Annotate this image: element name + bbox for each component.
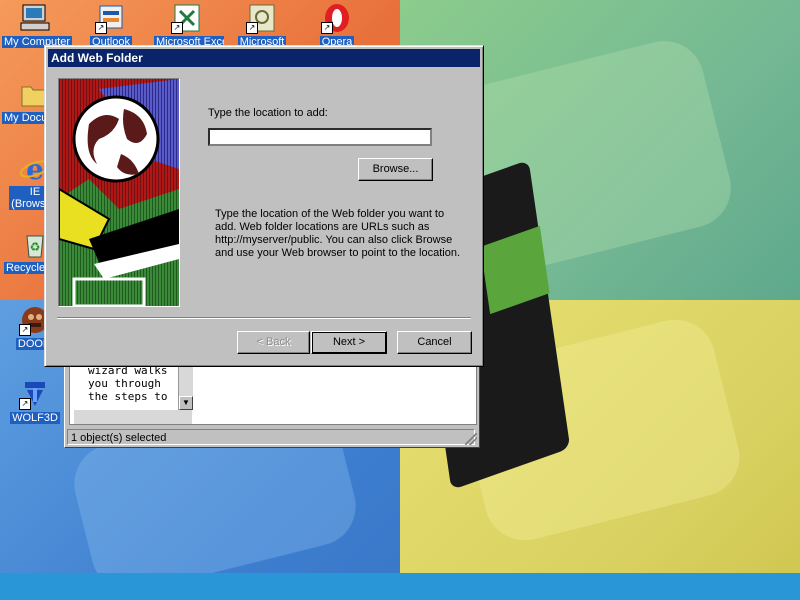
- svg-text:♻: ♻: [30, 240, 41, 254]
- microsoft-app-icon: ↗: [246, 2, 278, 34]
- browse-button-label: Browse...: [372, 163, 419, 175]
- status-bar: 1 object(s) selected: [67, 429, 475, 445]
- next-button-label: Next >: [332, 336, 366, 348]
- location-label: Type the location to add:: [208, 107, 328, 119]
- separator: [57, 317, 471, 319]
- background-window-content: wizard walks you through the steps to ▼: [69, 363, 477, 425]
- wolf3d-icon: ↗: [19, 378, 51, 410]
- horizontal-scrollbar[interactable]: [74, 410, 192, 424]
- shortcut-arrow-icon: ↗: [246, 22, 258, 34]
- shortcut-arrow-icon: ↗: [171, 22, 183, 34]
- back-button-label: < Back: [256, 336, 291, 348]
- desktop-icon-my-computer[interactable]: My Computer: [2, 2, 72, 51]
- excel-icon: ↗: [171, 2, 203, 34]
- location-input[interactable]: [208, 128, 432, 146]
- status-text: 1 object(s) selected: [71, 432, 167, 444]
- taskbar[interactable]: [0, 573, 800, 600]
- desktop-icon-wolf3d[interactable]: ↗ WOLF3D: [2, 378, 68, 427]
- cancel-button[interactable]: Cancel: [397, 331, 472, 354]
- desktop-icon-outlook[interactable]: ↗ Outlook: [78, 2, 144, 51]
- opera-icon: ↗: [321, 2, 353, 34]
- browse-button[interactable]: Browse...: [358, 158, 433, 181]
- info-text-panel: wizard walks you through the steps to: [74, 364, 191, 410]
- next-button[interactable]: Next >: [311, 331, 387, 354]
- desktop-icon-label: WOLF3D: [10, 412, 60, 424]
- scroll-down-arrow-icon[interactable]: ▼: [179, 396, 193, 410]
- back-button[interactable]: < Back: [237, 331, 310, 354]
- desktop-icon-opera[interactable]: ↗ Opera: [304, 2, 370, 51]
- shortcut-arrow-icon: ↗: [19, 324, 31, 336]
- shortcut-arrow-icon: ↗: [19, 398, 31, 410]
- instructions-text: Type the location of the Web folder you …: [215, 208, 460, 259]
- info-text-line: you through: [88, 377, 161, 390]
- shortcut-arrow-icon: ↗: [321, 22, 333, 34]
- cancel-button-label: Cancel: [417, 336, 452, 348]
- dialog-title[interactable]: Add Web Folder: [48, 49, 480, 67]
- shortcut-arrow-icon: ↗: [95, 22, 107, 34]
- desktop-icon-excel[interactable]: ↗ Microsoft Excel: [154, 2, 224, 51]
- desktop-icon-microsoft[interactable]: ↗ Microsoft: [229, 2, 295, 51]
- vertical-scrollbar[interactable]: ▼: [178, 364, 193, 410]
- wizard-illustration: [58, 78, 180, 307]
- resize-grip-icon[interactable]: [465, 433, 477, 445]
- info-text-line: the steps to: [88, 390, 168, 403]
- computer-icon: [19, 2, 51, 34]
- add-web-folder-dialog: Add Web Folder Type the location to add:…: [44, 45, 484, 367]
- outlook-icon: ↗: [95, 2, 127, 34]
- svg-text:e: e: [26, 153, 44, 184]
